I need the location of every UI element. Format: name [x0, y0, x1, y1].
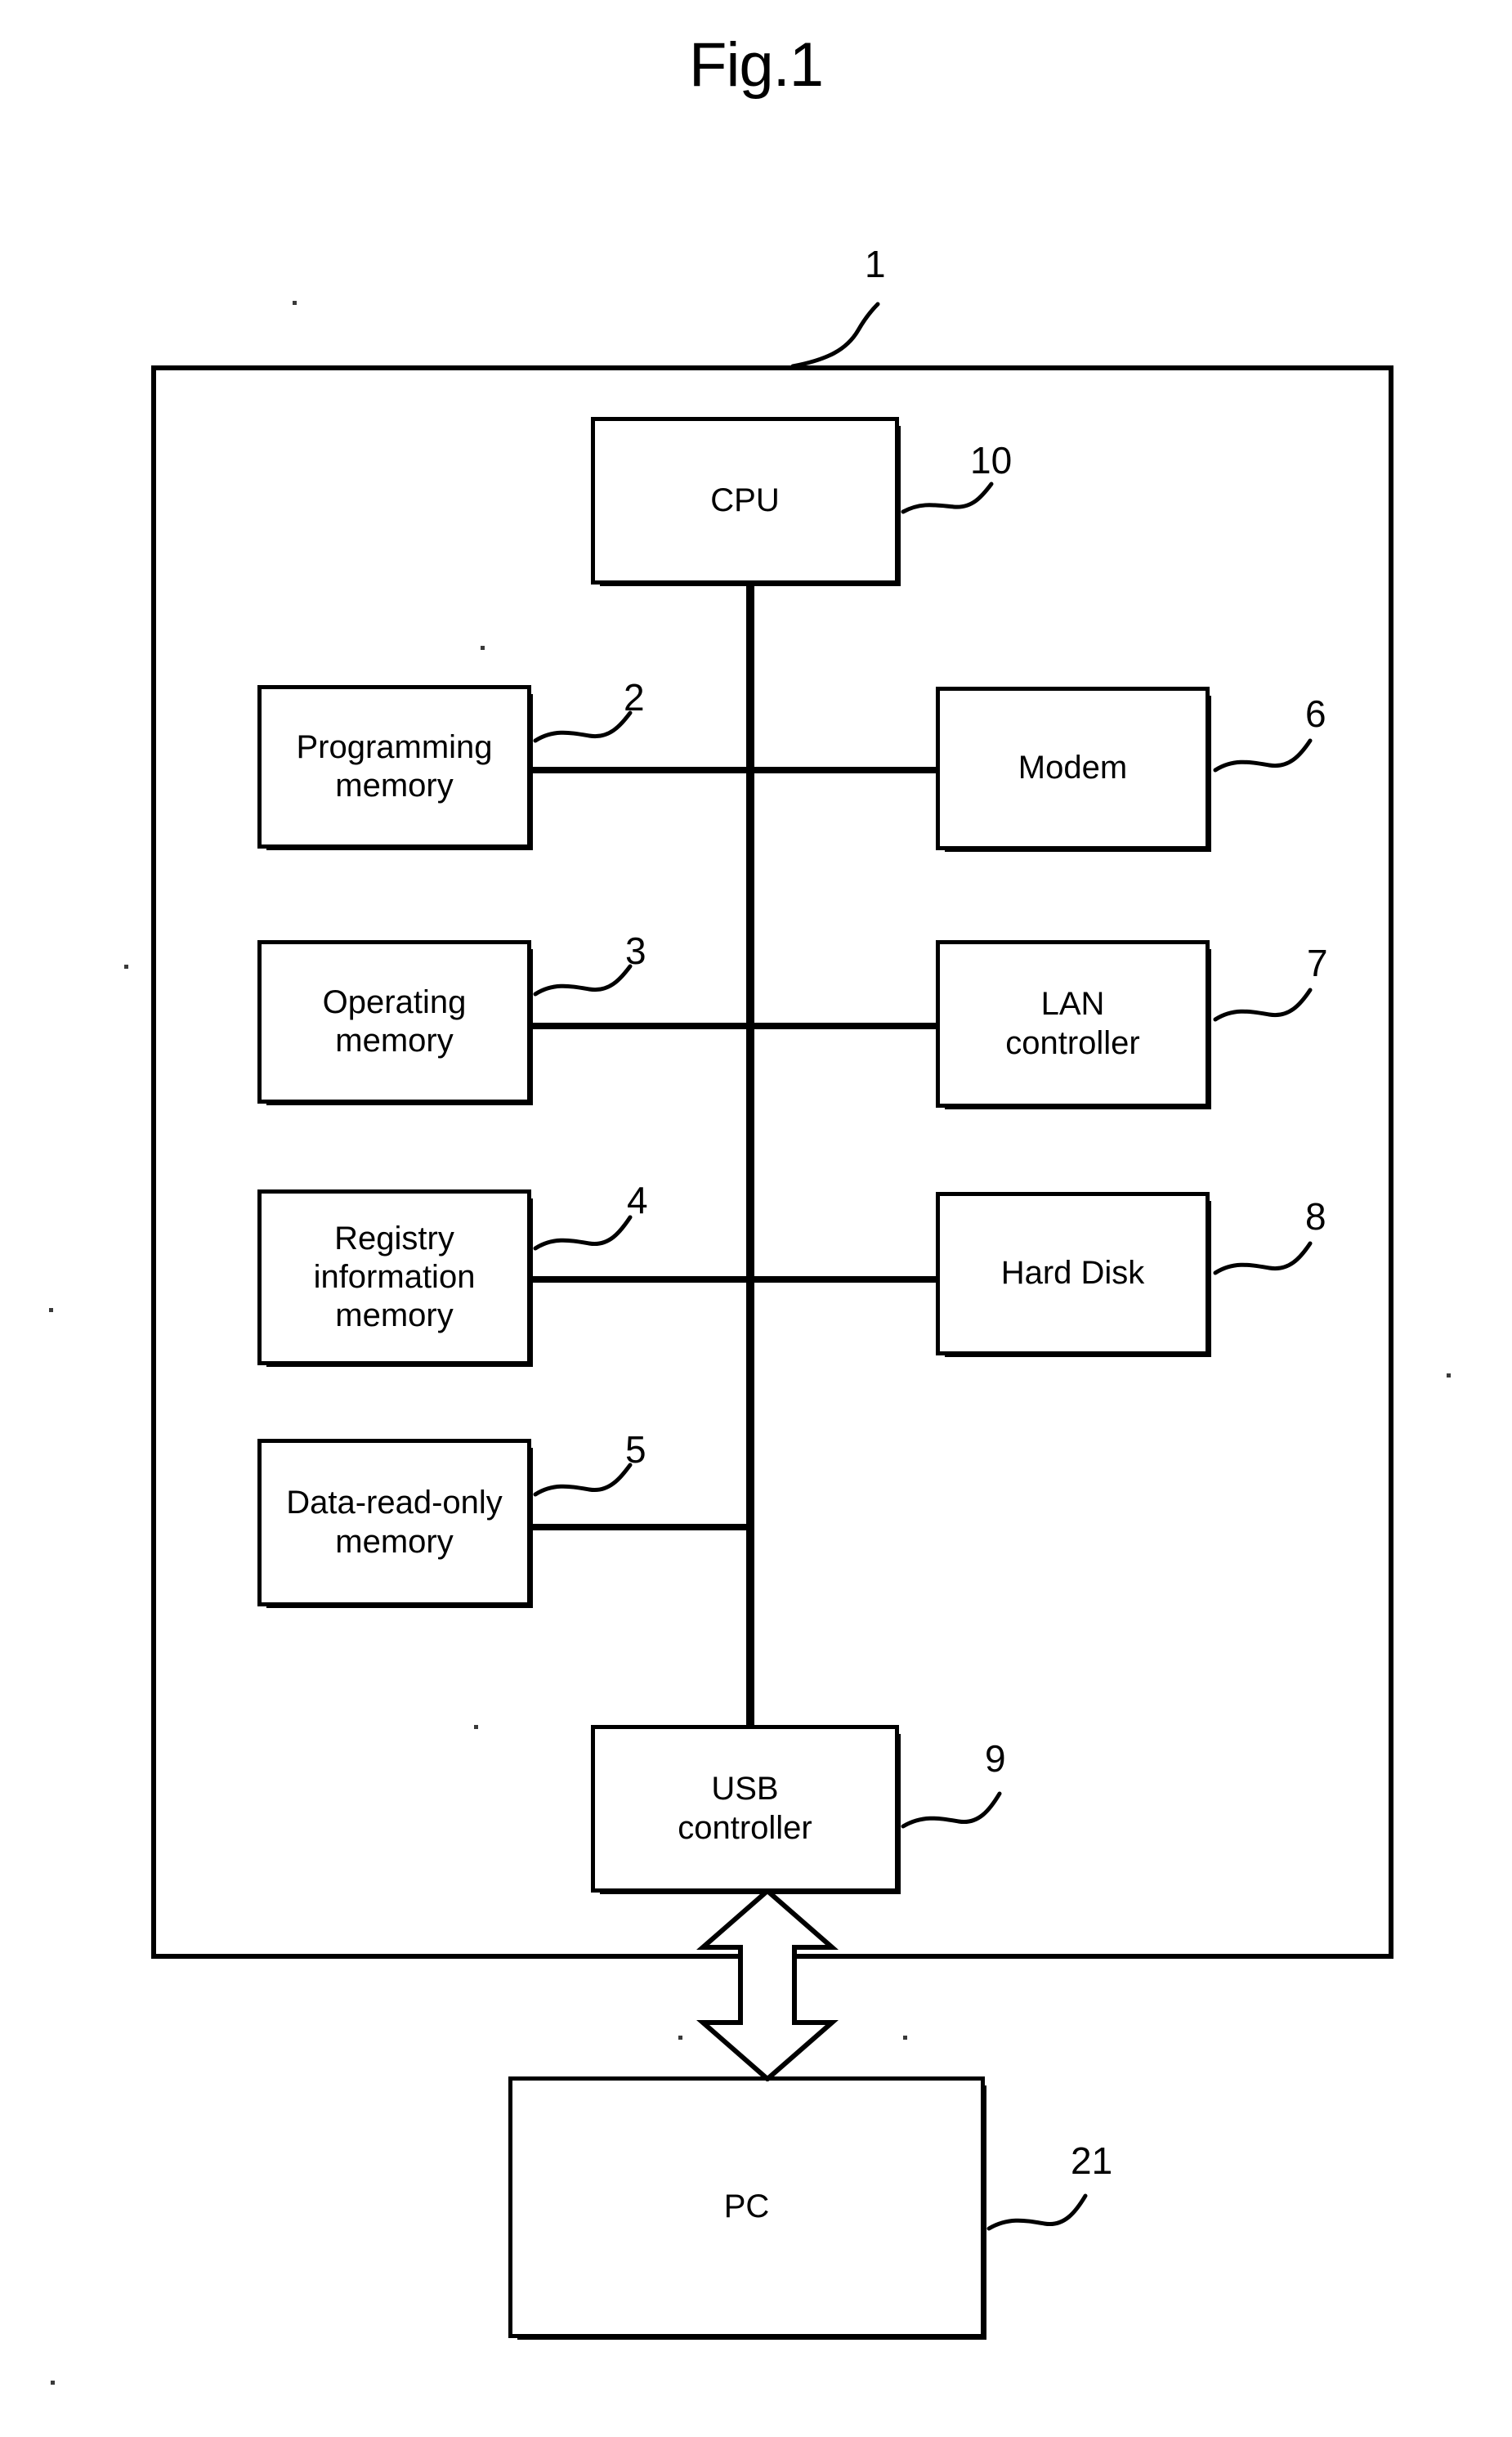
node-usb-controller-label: USB controller: [678, 1771, 812, 1846]
scan-speck: [474, 1725, 478, 1729]
node-hard-disk: Hard Disk: [936, 1192, 1211, 1357]
scan-speck: [481, 646, 485, 650]
scan-speck: [903, 2036, 907, 2040]
node-operating-memory: Operating memory: [257, 940, 533, 1105]
callout-registry-information-memory: 4: [533, 1181, 699, 1288]
callout-data-read-only-memory: 5: [533, 1431, 699, 1537]
node-pc-label: PC: [723, 2188, 770, 2225]
page-title: Fig.1: [689, 30, 824, 100]
usb-pc-double-arrow-icon: [693, 1888, 842, 2082]
callout-pc: 21: [986, 2142, 1177, 2265]
node-lan-controller-label: LAN controller: [1005, 986, 1140, 1061]
scan-speck: [678, 2036, 682, 2040]
node-usb-controller: USB controller: [591, 1725, 901, 1894]
callout-programming-memory: 2: [533, 679, 699, 785]
node-data-read-only-memory: Data-read-only memory: [257, 1439, 533, 1608]
callout-lan-controller: 7: [1213, 944, 1379, 1059]
callout-usb-controller: 9: [901, 1740, 1075, 1862]
scan-speck: [293, 301, 297, 305]
node-data-read-only-memory-label: Data-read-only memory: [286, 1485, 503, 1560]
node-cpu-label: CPU: [710, 482, 780, 518]
node-registry-information-memory: Registry information memory: [257, 1189, 533, 1367]
scan-speck: [1447, 1373, 1451, 1378]
callout-cpu: 10: [901, 441, 1075, 548]
callout-modem: 6: [1213, 695, 1379, 809]
node-cpu: CPU: [591, 417, 901, 586]
callout-hard-disk: 8: [1213, 1198, 1379, 1312]
bus-vertical: [746, 580, 754, 1729]
scan-speck: [51, 2381, 55, 2385]
figure-page: Fig.1 1 CPU 10 Programming memory 2 Mode…: [0, 0, 1512, 2437]
node-lan-controller: LAN controller: [936, 940, 1211, 1109]
node-programming-memory-label: Programming memory: [296, 728, 493, 804]
callout-enclosure: 1: [790, 245, 973, 369]
node-hard-disk-label: Hard Disk: [1000, 1255, 1145, 1292]
node-modem: Modem: [936, 687, 1211, 852]
node-operating-memory-label: Operating memory: [322, 983, 467, 1059]
node-pc: PC: [508, 2076, 986, 2340]
callout-operating-memory: 3: [533, 932, 699, 1038]
scan-speck: [49, 1308, 53, 1312]
apparatus-enclosure: [151, 365, 1393, 1959]
scan-speck: [124, 965, 128, 969]
node-modem-label: Modem: [1018, 750, 1128, 786]
node-programming-memory: Programming memory: [257, 685, 533, 850]
node-registry-information-memory-label: Registry information memory: [313, 1220, 476, 1334]
